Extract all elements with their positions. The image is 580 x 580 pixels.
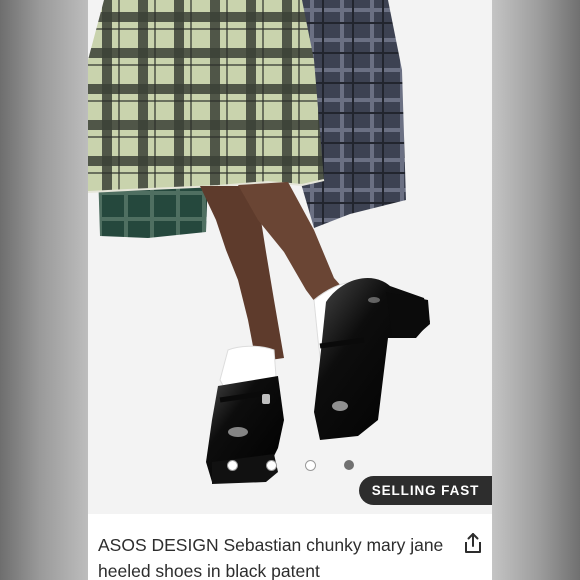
carousel-dot-3[interactable] <box>304 459 316 471</box>
carousel-dot-4-active[interactable] <box>343 460 354 470</box>
product-card: SELLING FAST ASOS DESIGN Sebastian chunk… <box>88 0 492 580</box>
product-image[interactable]: SELLING FAST <box>88 0 492 514</box>
share-button[interactable] <box>460 530 486 556</box>
product-title: ASOS DESIGN Sebastian chunky mary jane h… <box>98 535 444 580</box>
carousel-dot-2[interactable] <box>265 459 277 471</box>
carousel-dot-1[interactable] <box>226 459 238 471</box>
product-photo-illustration <box>88 0 492 514</box>
share-icon <box>465 533 481 553</box>
selling-fast-badge: SELLING FAST <box>359 476 492 505</box>
carousel-dots <box>88 459 492 471</box>
